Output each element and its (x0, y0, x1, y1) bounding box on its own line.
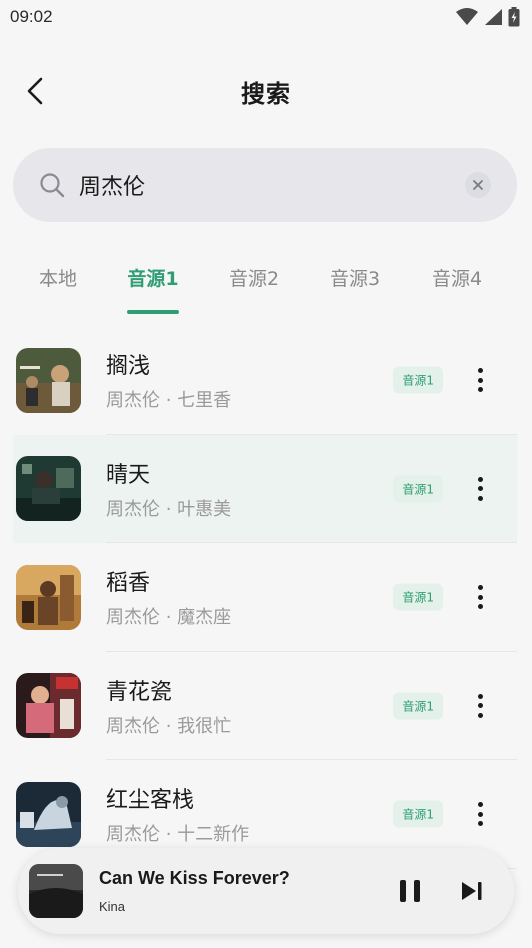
tab-local[interactable]: 本地 (13, 252, 103, 314)
dot-icon (477, 486, 483, 492)
tab-label: 音源3 (329, 268, 381, 290)
dot-icon (477, 703, 483, 709)
more-options-button[interactable] (468, 365, 492, 395)
signal-icon (485, 9, 502, 25)
dot-icon (477, 594, 483, 600)
chevron-left-icon (27, 77, 43, 105)
list-item[interactable]: 青花瓷 周杰伦 · 我很忙 音源1 (0, 652, 532, 760)
pause-icon (400, 880, 420, 902)
source-badge: 音源1 (393, 583, 443, 611)
status-time: 09:02 (10, 7, 53, 26)
mini-player[interactable]: Can We Kiss Forever? Kina (18, 848, 514, 934)
source-badge: 音源1 (393, 800, 443, 828)
source-badge: 音源1 (393, 692, 443, 720)
song-subtitle: 周杰伦 · 叶惠美 (106, 498, 232, 520)
tab-source2[interactable]: 音源2 (209, 252, 299, 314)
more-options-button[interactable] (468, 582, 492, 612)
next-track-button[interactable] (454, 873, 490, 909)
dot-icon (477, 693, 483, 699)
song-info: 晴天 周杰伦 · 叶惠美 (106, 457, 517, 521)
tab-source1[interactable]: 音源1 (108, 252, 198, 314)
more-options-button[interactable] (468, 474, 492, 504)
list-item[interactable]: 稻香 周杰伦 · 魔杰座 音源1 (0, 543, 532, 652)
search-input[interactable] (79, 172, 465, 198)
source-tabs: 本地 音源1 音源2 音源3 音源4 (0, 252, 532, 314)
dot-icon (477, 495, 483, 501)
now-playing-artist: Kina (99, 899, 126, 914)
now-playing-cover (29, 864, 83, 918)
source-badge: 音源1 (393, 475, 443, 503)
song-title: 晴天 (106, 462, 151, 488)
album-cover (16, 564, 81, 630)
more-options-button[interactable] (468, 691, 492, 721)
pause-button[interactable] (392, 873, 428, 909)
tab-label: 音源1 (127, 268, 179, 290)
dot-icon (477, 821, 483, 827)
album-cover (16, 456, 81, 522)
status-icons (456, 7, 520, 27)
dot-icon (477, 802, 483, 808)
more-options-button[interactable] (468, 799, 492, 829)
page-title: 搜索 (241, 79, 291, 108)
dot-icon (477, 585, 483, 591)
dot-icon (477, 712, 483, 718)
header: 搜索 (0, 60, 532, 122)
battery-icon (508, 7, 520, 27)
search-icon (40, 173, 65, 198)
clear-search-button[interactable] (465, 172, 491, 198)
dot-icon (477, 604, 483, 610)
tab-source4[interactable]: 音源4 (412, 252, 502, 314)
source-badge: 音源1 (393, 366, 443, 394)
dot-icon (477, 377, 483, 383)
song-list: 搁浅 周杰伦 · 七里香 音源1 晴天 周杰伦 · 叶惠美 音源1 稻香 周杰伦… (0, 326, 532, 869)
now-playing-info: Can We Kiss Forever? Kina (99, 868, 392, 914)
skip-next-icon (462, 882, 482, 900)
tab-label: 音源4 (431, 268, 483, 290)
album-cover (16, 347, 81, 413)
now-playing-title: Can We Kiss Forever? (99, 868, 290, 888)
search-bar (13, 148, 517, 222)
album-cover (16, 673, 81, 739)
close-icon (473, 180, 483, 190)
dot-icon (477, 387, 483, 393)
dot-icon (477, 811, 483, 817)
tab-label: 音源2 (228, 268, 280, 290)
tab-source3[interactable]: 音源3 (310, 252, 400, 314)
back-button[interactable] (18, 74, 52, 108)
tab-label: 本地 (38, 268, 77, 290)
list-item[interactable]: 搁浅 周杰伦 · 七里香 音源1 (0, 326, 532, 435)
status-bar: 09:02 (0, 0, 532, 34)
dot-icon (477, 476, 483, 482)
tab-active-indicator (127, 310, 179, 314)
album-cover (16, 781, 81, 847)
wifi-icon (456, 8, 478, 25)
list-item[interactable]: 晴天 周杰伦 · 叶惠美 音源1 (13, 434, 517, 543)
dot-icon (477, 368, 483, 374)
